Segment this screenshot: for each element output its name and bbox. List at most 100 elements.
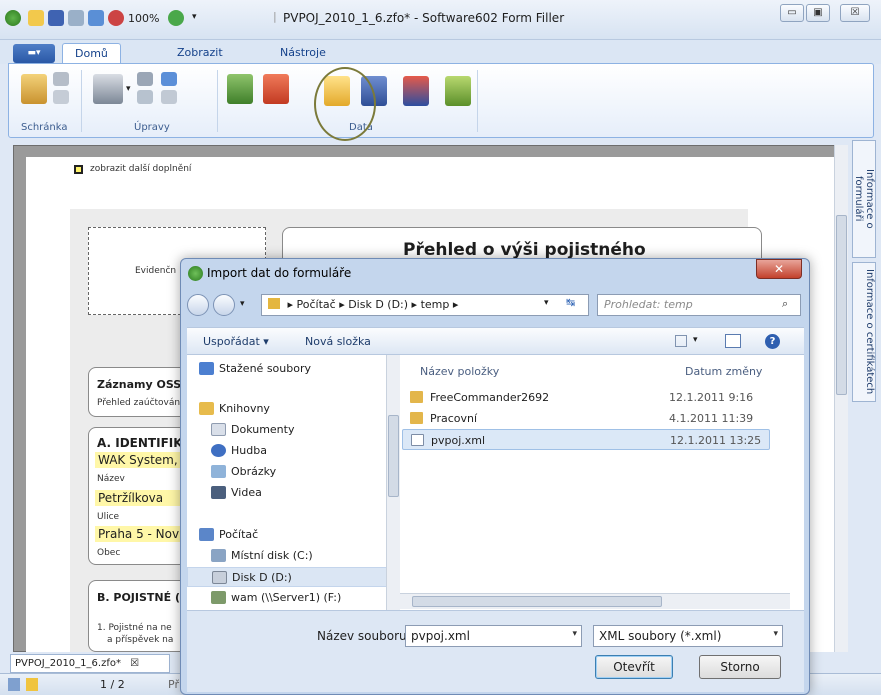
section-b-line2: a příspěvek na	[107, 635, 174, 645]
file-row[interactable]: Pracovní 4.1.2011 11:39	[402, 408, 770, 429]
filename-value: pvpoj.xml	[411, 629, 470, 643]
undo-ribbon-icon[interactable]	[161, 72, 177, 86]
copy-icon[interactable]	[53, 90, 69, 104]
spellcheck-dropdown-icon[interactable]: ▾	[126, 84, 131, 94]
file-row[interactable]: FreeCommander2692 12.1.2011 9:16	[402, 387, 770, 408]
maximize-button[interactable]: ▣	[806, 4, 830, 22]
city-label: Obec	[97, 548, 121, 558]
zoom-level: 100%	[128, 12, 160, 25]
page-icon	[8, 678, 20, 691]
city-field[interactable]: Praha 5 - Nov	[95, 526, 185, 542]
nav-libraries[interactable]: Knihovny	[197, 399, 270, 419]
save-icon[interactable]	[48, 10, 64, 26]
dialog-close-button[interactable]: ✕	[756, 259, 802, 279]
open-button[interactable]: Otevřít	[595, 655, 673, 679]
folder-icon	[410, 412, 423, 424]
nav-documents[interactable]: Dokumenty	[209, 420, 294, 440]
transfer-icon[interactable]	[263, 74, 289, 104]
forward-button-icon[interactable]	[213, 294, 235, 316]
nav-pictures[interactable]: Obrázky	[209, 462, 276, 482]
redo-ribbon-icon[interactable]	[161, 90, 177, 104]
tab-tools[interactable]: Nástroje	[268, 43, 338, 64]
show-more-checkbox[interactable]	[74, 165, 83, 174]
nav-music[interactable]: Hudba	[209, 441, 267, 461]
clear-data-icon[interactable]	[403, 76, 429, 106]
nav-scrollbar-thumb[interactable]	[388, 415, 399, 497]
cut-icon[interactable]	[53, 72, 69, 86]
file-hscrollbar[interactable]	[400, 593, 790, 609]
cancel-button[interactable]: Storno	[699, 655, 781, 679]
document-scrollbar[interactable]	[834, 145, 848, 652]
folder-icon	[410, 391, 423, 403]
group-label-clipboard: Schránka	[21, 122, 68, 133]
form-info-tab[interactable]: Informace o formuláři	[852, 140, 876, 258]
view-options-icon[interactable]	[675, 335, 687, 347]
filename-dropdown-icon[interactable]: ▾	[572, 629, 577, 639]
page-indicator: 1 / 2	[100, 678, 125, 691]
app-logo-icon[interactable]	[5, 10, 21, 26]
street-field[interactable]: Petržílkova	[95, 490, 185, 506]
company-field[interactable]: WAK System,	[95, 452, 185, 468]
xml-file-icon	[411, 434, 424, 446]
ribbon: ▾ Schránka Úpravy Data	[8, 63, 874, 138]
filetype-select[interactable]: XML soubory (*.xml) ▾	[593, 625, 783, 647]
nav-scrollbar[interactable]	[386, 355, 400, 610]
column-header-name[interactable]: Název položky	[420, 365, 499, 378]
find-icon[interactable]	[137, 72, 153, 86]
undo-icon[interactable]	[88, 10, 104, 26]
window-title: PVPOJ_2010_1_6.zfo* - Software602 Form F…	[283, 11, 565, 25]
dialog-footer: Název souboru: pvpoj.xml ▾ XML soubory (…	[187, 610, 804, 692]
minimize-button[interactable]: ▭	[780, 4, 804, 22]
nav-local-disk-c[interactable]: Místní disk (C:)	[209, 546, 313, 566]
help-icon[interactable]: ?	[765, 334, 780, 349]
history-dropdown-icon[interactable]: ▾	[240, 299, 245, 309]
spellcheck-icon[interactable]	[93, 74, 123, 104]
print-icon[interactable]	[68, 10, 84, 26]
search-input[interactable]: Prohledat: temp ⌕	[597, 294, 801, 316]
close-button[interactable]: ☒	[840, 4, 870, 22]
filetype-dropdown-icon[interactable]: ▾	[773, 629, 778, 639]
new-folder-button[interactable]: Nová složka	[305, 335, 371, 348]
file-hscrollbar-thumb[interactable]	[412, 596, 662, 607]
open-folder-icon[interactable]	[28, 10, 44, 26]
nav-network-f[interactable]: wam (\\Server1) (F:)	[209, 588, 341, 608]
nav-videos[interactable]: Videa	[209, 483, 262, 503]
export-icon[interactable]	[227, 74, 253, 104]
tab-home[interactable]: Domů	[62, 43, 121, 64]
search-icon[interactable]: ⌕	[782, 297, 788, 311]
quick-access-dropdown-icon[interactable]: ▾	[192, 12, 197, 22]
scrollbar-thumb[interactable]	[836, 215, 847, 395]
form-title: Přehled o výši pojistného	[403, 240, 646, 260]
highlight-circle	[314, 67, 376, 141]
file-row-selected[interactable]: pvpoj.xml 12.1.2011 13:25	[402, 429, 770, 450]
paste-icon[interactable]	[21, 74, 47, 104]
refresh-icon[interactable]: ↹	[566, 296, 575, 309]
dialog-title: Import dat do formuláře	[207, 266, 352, 280]
nav-computer[interactable]: Počítač	[197, 525, 258, 545]
zoom-out-icon[interactable]	[108, 10, 124, 26]
address-dropdown-icon[interactable]: ▾	[544, 298, 549, 308]
nav-downloads[interactable]: Stažené soubory	[197, 359, 311, 379]
section-b-line1: 1. Pojistné na ne	[97, 623, 172, 633]
separator	[217, 70, 218, 132]
tab-view[interactable]: Zobrazit	[165, 43, 235, 64]
nav-disk-d[interactable]: Disk D (D:)	[187, 567, 387, 587]
zoom-in-icon[interactable]	[168, 10, 184, 26]
view-dropdown-icon[interactable]: ▾	[693, 335, 698, 345]
nav-label: Knihovny	[219, 402, 270, 415]
nav-label: wam (\\Server1) (F:)	[231, 591, 342, 604]
validate-icon[interactable]	[445, 76, 471, 106]
title-bar: 100% ▾ | PVPOJ_2010_1_6.zfo* - Software6…	[0, 0, 881, 40]
column-header-date[interactable]: Datum změny	[685, 365, 762, 378]
document-tab-label: PVPOJ_2010_1_6.zfo*	[15, 658, 121, 669]
file-menu-button[interactable]: ▬▾	[13, 44, 55, 63]
address-bar[interactable]: ▸ Počítač ▸ Disk D (D:) ▸ temp ▸ ▾ ↹	[261, 294, 589, 316]
filename-input[interactable]: pvpoj.xml ▾	[405, 625, 582, 647]
preview-pane-icon[interactable]	[725, 334, 741, 348]
document-tab[interactable]: PVPOJ_2010_1_6.zfo* ☒	[10, 654, 170, 673]
replace-icon[interactable]	[137, 90, 153, 104]
back-button-icon[interactable]	[187, 294, 209, 316]
document-tab-close-icon[interactable]: ☒	[130, 658, 139, 669]
certificate-info-tab[interactable]: Informace o certifikátech	[852, 262, 876, 402]
organize-button[interactable]: Uspořádat ▾	[203, 335, 269, 348]
